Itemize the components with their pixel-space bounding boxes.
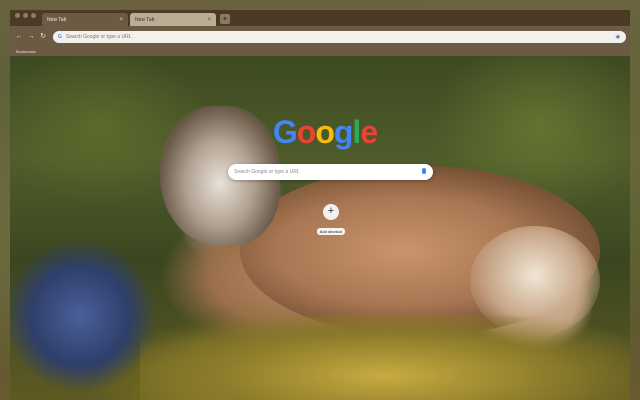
add-shortcut-label: Add shortcut: [316, 228, 346, 235]
plus-icon[interactable]: +: [323, 204, 339, 220]
bookmarks-bar: Bookmarks: [10, 48, 630, 56]
omnibox-input[interactable]: Search Google or type a URL: [66, 34, 615, 40]
tab-label: New Tab: [47, 16, 67, 23]
minimize-window-dot[interactable]: [23, 12, 28, 18]
reload-icon[interactable]: ↻: [38, 32, 48, 42]
maximize-window-dot[interactable]: [31, 12, 36, 18]
add-shortcut-tile[interactable]: + Add shortcut: [313, 204, 349, 238]
logo-letter: l: [352, 114, 361, 150]
close-icon[interactable]: ×: [207, 17, 211, 23]
tab-strip: New Tab × New Tab × +: [10, 10, 630, 26]
arrow-left-icon[interactable]: ←: [14, 32, 24, 42]
star-icon[interactable]: ★: [615, 33, 621, 41]
close-icon[interactable]: ×: [119, 17, 123, 23]
search-box[interactable]: Search Google or type a URL: [228, 164, 433, 180]
logo-letter: o: [315, 114, 335, 150]
tab-active[interactable]: New Tab ×: [42, 13, 128, 26]
background-photo-leaves: [140, 316, 630, 400]
new-tab-page: Google Search Google or type a URL + Add…: [10, 56, 630, 400]
close-window-dot[interactable]: [15, 12, 20, 18]
search-input[interactable]: Search Google or type a URL: [234, 169, 421, 175]
logo-letter: e: [360, 114, 378, 150]
tab-inactive[interactable]: New Tab ×: [130, 13, 216, 26]
tab-label: New Tab: [135, 16, 155, 23]
logo-letter: g: [333, 114, 354, 150]
google-g-icon: G: [58, 34, 62, 40]
omnibox[interactable]: G Search Google or type a URL ★: [53, 31, 626, 43]
window-controls[interactable]: [10, 12, 42, 24]
google-logo: Google: [270, 114, 380, 151]
toolbar: ← → ↻ G Search Google or type a URL ★: [10, 26, 630, 48]
browser-window: New Tab × New Tab × + ← → ↻ G Search Goo…: [10, 10, 630, 400]
logo-letter: o: [296, 114, 317, 150]
arrow-right-icon[interactable]: →: [26, 32, 36, 42]
bookmarks-label[interactable]: Bookmarks: [16, 49, 36, 54]
microphone-icon[interactable]: [421, 168, 427, 176]
new-tab-button[interactable]: +: [220, 14, 230, 24]
logo-letter: G: [272, 114, 298, 150]
